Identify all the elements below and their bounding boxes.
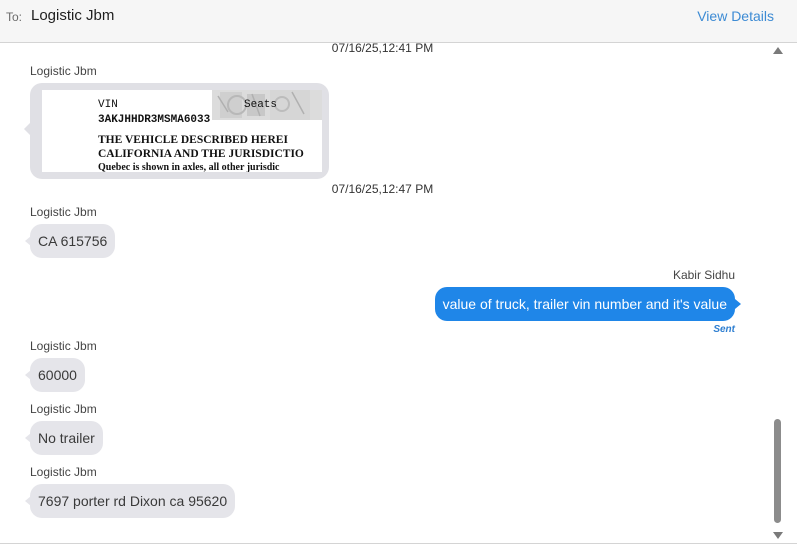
image-message-bubble[interactable]: VIN Seats 3AKJHHDR3MSMA6033 THE VEHICLE … [24,83,329,179]
sender-name: Logistic Jbm [30,402,97,416]
bottom-divider [0,543,797,544]
doc-line-3: Quebec is shown in axles, all other juri… [98,162,280,172]
sender-name: Logistic Jbm [30,205,97,219]
triangle-down-icon[interactable] [773,532,783,539]
doc-vin-number: 3AKJHHDR3MSMA6033 [98,114,211,126]
incoming-message-bubble[interactable]: 7697 porter rd Dixon ca 95620 [24,484,236,518]
to-label: To: [6,10,23,24]
messages-window: To: Logistic Jbm View Details 07/16/25,1… [0,0,797,546]
recipient-name[interactable]: Logistic Jbm [31,7,114,24]
sender-name: Kabir Sidhu [672,268,735,282]
scrollbar-thumb[interactable] [774,419,781,523]
timestamp: 07/16/25,12:41 PM [331,41,434,55]
incoming-message-bubble[interactable]: CA 615756 [24,224,116,258]
outgoing-message-bubble[interactable]: value of truck, trailer vin number and i… [434,287,742,321]
incoming-message-bubble[interactable]: 60000 [25,358,85,392]
sender-name: Logistic Jbm [30,465,97,479]
timestamp: 07/16/25,12:47 PM [331,182,434,196]
incoming-message-bubble[interactable]: No trailer [25,421,103,455]
doc-line-1: THE VEHICLE DESCRIBED HEREI [98,134,288,146]
doc-line-2: CALIFORNIA AND THE JURISDICTIO [98,148,304,160]
message-status-sent: Sent [713,324,735,335]
doc-seats-label: Seats [244,99,278,111]
triangle-up-icon[interactable] [773,47,783,54]
doc-vin-label: VIN [98,99,118,111]
conversation-header: To: Logistic Jbm View Details [0,0,797,43]
sender-name: Logistic Jbm [30,64,97,78]
attached-document-image[interactable]: VIN Seats 3AKJHHDR3MSMA6033 THE VEHICLE … [42,90,322,172]
sender-name: Logistic Jbm [30,339,97,353]
vertical-scrollbar[interactable] [771,43,785,543]
view-details-link[interactable]: View Details [697,8,774,24]
message-thread[interactable]: 07/16/25,12:41 PM Logistic Jbm VIN Seats… [0,41,770,543]
